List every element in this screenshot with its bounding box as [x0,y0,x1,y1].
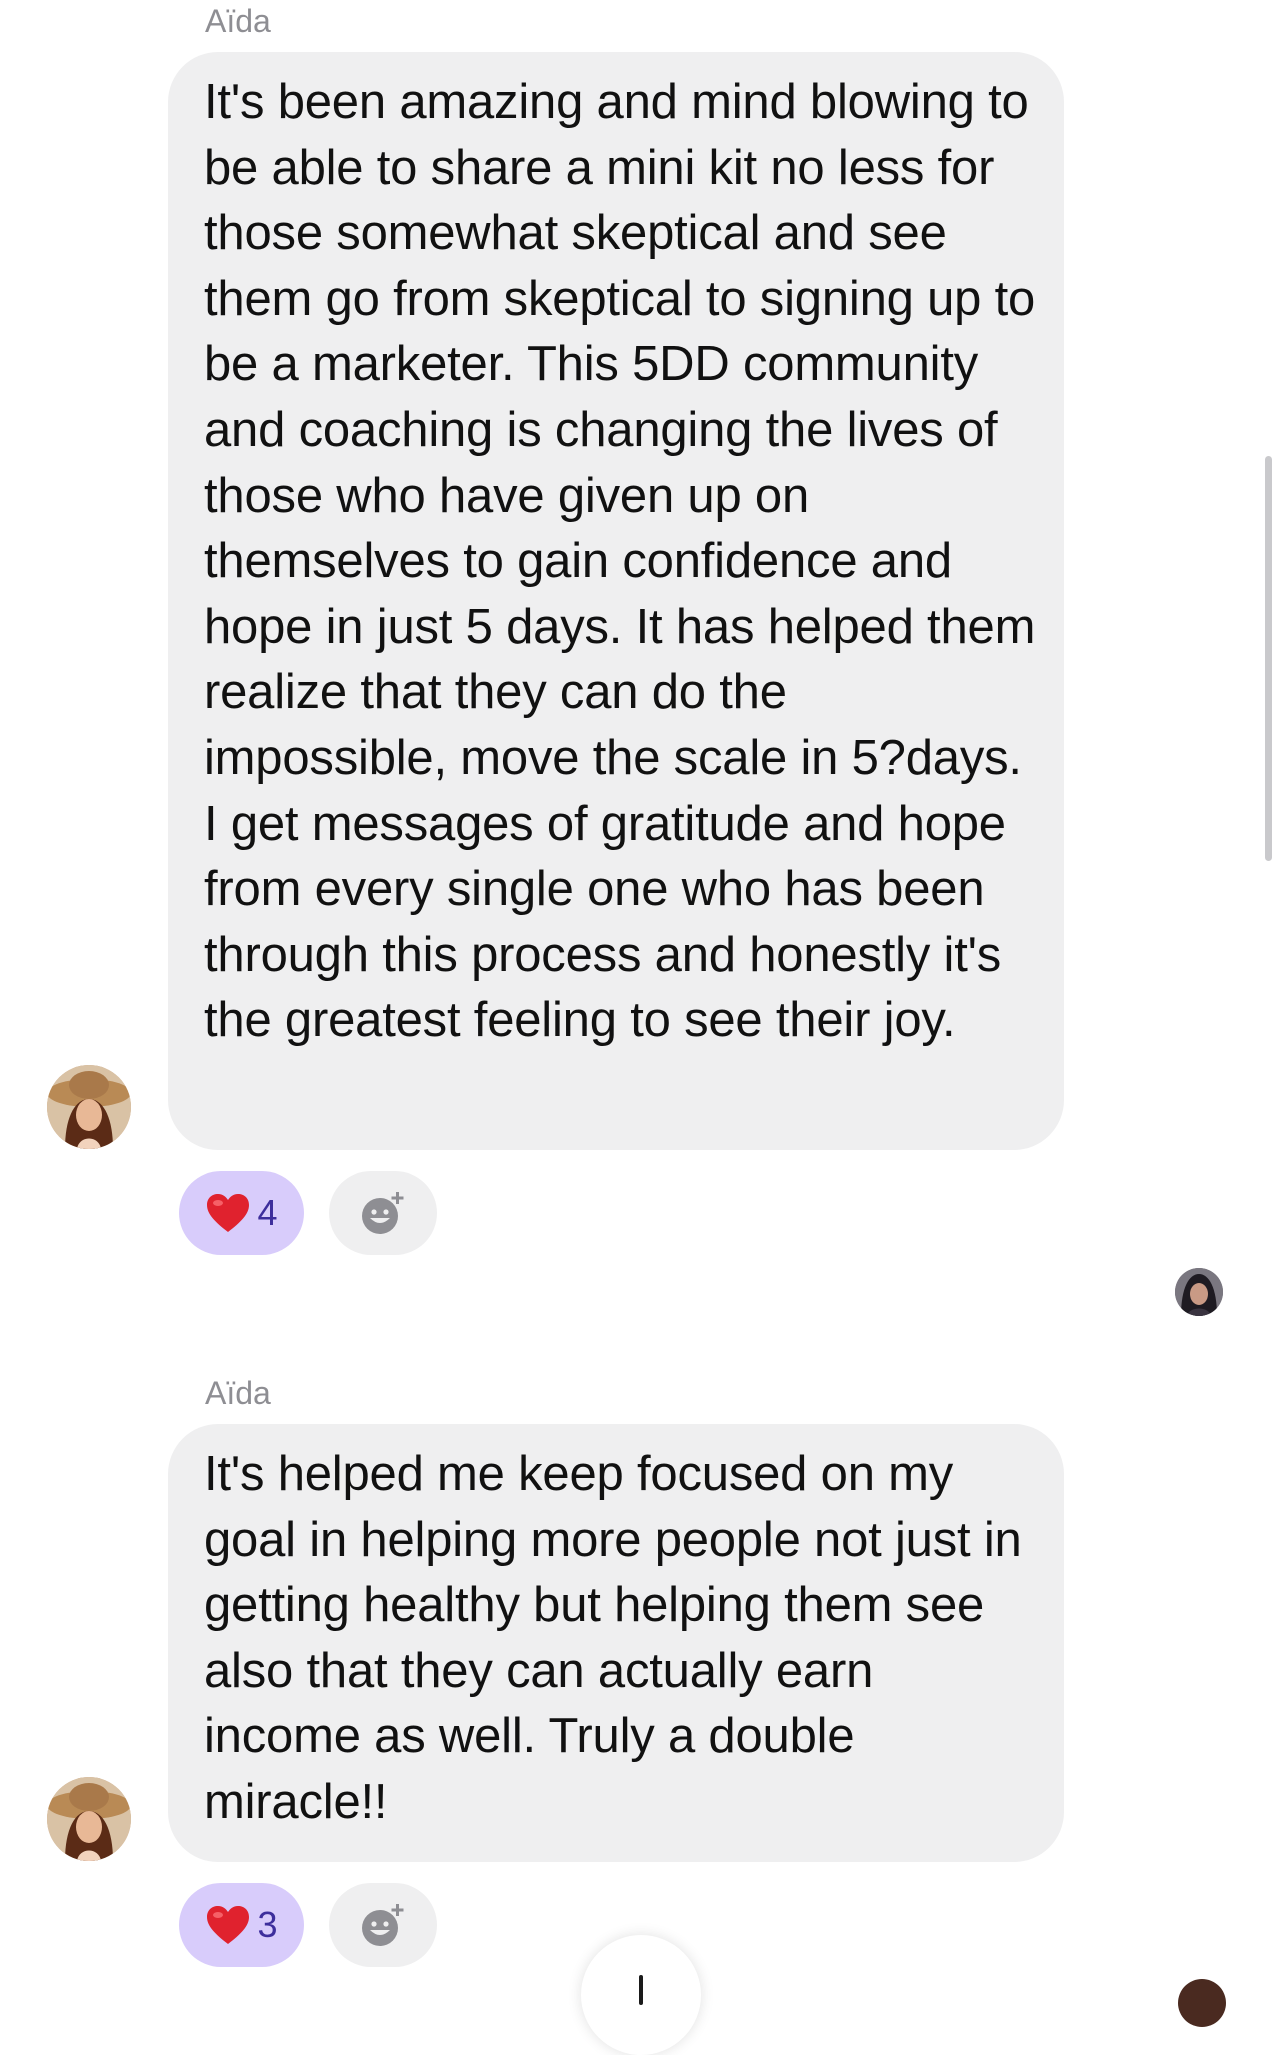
heart-icon [207,1194,250,1232]
reaction-pill[interactable]: 3 [179,1883,304,1967]
arrow-down-icon [639,1975,643,2005]
message-bubble[interactable]: It's been amazing and mind blowing to be… [168,52,1064,1150]
read-receipt-avatar [1178,1979,1226,2027]
add-reaction-button[interactable] [329,1171,437,1255]
add-emoji-icon [362,1904,404,1946]
add-reaction-button[interactable] [329,1883,437,1967]
add-emoji-icon [362,1192,404,1234]
avatar-image [47,1777,131,1861]
reaction-count: 3 [257,1904,278,1945]
sender-avatar[interactable] [47,1065,131,1149]
sender-name: Aïda [205,1375,271,1411]
read-receipt-image [1175,1268,1223,1316]
scrollbar[interactable] [1265,456,1272,861]
heart-icon [207,1906,250,1944]
sender-avatar[interactable] [47,1777,131,1861]
message-text: It's helped me keep focused on my goal i… [204,1447,1022,1829]
message-bubble[interactable]: It's helped me keep focused on my goal i… [168,1424,1064,1862]
reaction-count: 4 [257,1192,278,1233]
avatar-image [47,1065,131,1149]
sender-name: Aïda [205,3,271,39]
scroll-to-bottom-button[interactable] [581,1935,701,2055]
reaction-pill[interactable]: 4 [179,1171,304,1255]
read-receipt-avatar [1175,1268,1223,1316]
message-text: It's been amazing and mind blowing to be… [204,75,1036,1048]
